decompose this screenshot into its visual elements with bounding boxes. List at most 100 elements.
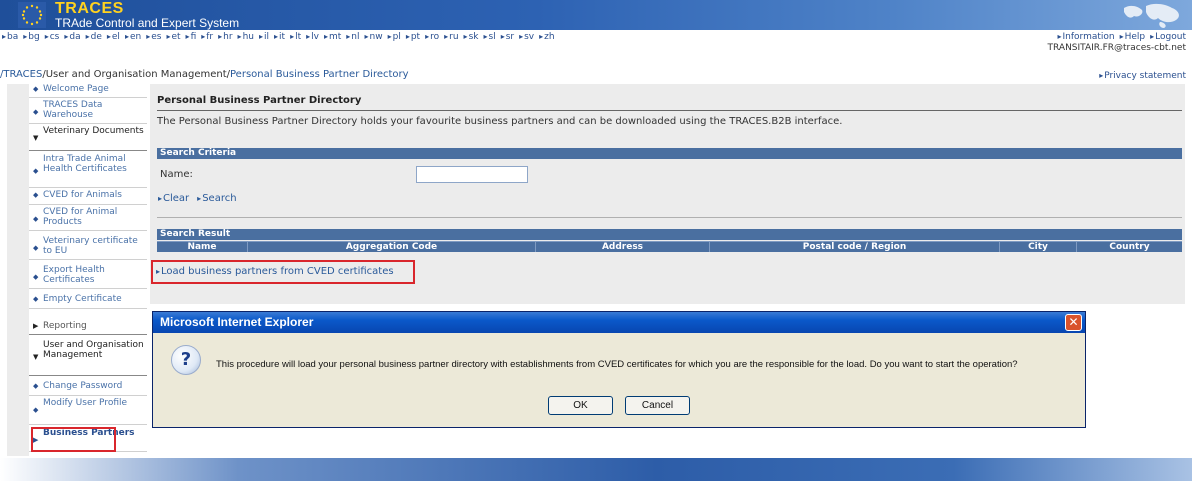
bullet-icon: ◆ [33, 273, 39, 281]
confirm-dialog: Microsoft Internet Explorer ✕ ? This pro… [152, 311, 1086, 428]
lang-link[interactable]: pl [388, 32, 401, 42]
bullet-icon: ◆ [33, 85, 39, 93]
sidebar-item-empty-cert[interactable]: ◆ Empty Certificate [29, 294, 147, 309]
lang-link[interactable]: lv [306, 32, 319, 42]
close-icon[interactable]: ✕ [1065, 314, 1082, 331]
lang-link[interactable]: sk [464, 32, 479, 42]
lang-link[interactable]: da [64, 32, 80, 42]
lang-link[interactable]: es [146, 32, 161, 42]
column-header-postal-code[interactable]: Postal code / Region [710, 242, 1000, 252]
lang-link[interactable]: cs [45, 32, 60, 42]
column-header-address[interactable]: Address [536, 242, 710, 252]
lang-link[interactable]: sl [483, 32, 495, 42]
sidebar-item-cved-animals[interactable]: ◆ CVED for Animals [29, 190, 147, 205]
sidebar-item-label: Veterinary certificate to EU [43, 236, 138, 256]
breadcrumb-current[interactable]: Personal Business Partner Directory [230, 69, 409, 80]
lang-link[interactable]: lt [290, 32, 301, 42]
lang-link[interactable]: fi [186, 32, 197, 42]
chevron-down-icon: ▼ [33, 353, 39, 361]
breadcrumb-section: /User and Organisation Management/ [42, 69, 230, 80]
sidebar-section-reporting[interactable]: ▶ Reporting [29, 321, 147, 335]
lang-link[interactable]: fr [201, 32, 213, 42]
lang-link[interactable]: it [274, 32, 285, 42]
lang-link[interactable]: nl [346, 32, 359, 42]
sidebar-item-label: Reporting [43, 321, 87, 331]
lang-link[interactable]: zh [539, 32, 554, 42]
sidebar-item-label: User and Organisation Management [43, 340, 144, 360]
breadcrumb-root[interactable]: /TRACES [0, 69, 42, 80]
lang-link[interactable]: et [166, 32, 180, 42]
sidebar-item-label: Empty Certificate [43, 294, 122, 304]
lang-link[interactable]: hu [238, 32, 254, 42]
sidebar-item-label: TRACES Data Warehouse [43, 100, 103, 120]
lang-link[interactable]: ro [425, 32, 439, 42]
language-links: babgcsdadeelenesetfifrhrhuilitltlvmtnlnw… [2, 32, 560, 42]
lang-link[interactable]: bg [23, 32, 39, 42]
dialog-message: This procedure will load your personal b… [216, 359, 1018, 370]
bullet-icon: ◆ [33, 406, 39, 414]
top-links: Information Help Logout [1052, 32, 1186, 42]
lang-link[interactable]: sr [501, 32, 514, 42]
column-header-name[interactable]: Name [157, 242, 248, 252]
footer-band [0, 458, 1192, 481]
lang-link[interactable]: hr [218, 32, 232, 42]
sidebar-item-data-warehouse[interactable]: ◆ TRACES Data Warehouse [29, 100, 147, 124]
sidebar-item-label: Export Health Certificates [43, 265, 105, 285]
column-header-country[interactable]: Country [1077, 242, 1182, 252]
bullet-icon: ◆ [33, 295, 39, 303]
bullet-icon: ◆ [33, 191, 39, 199]
search-link[interactable]: Search [197, 193, 236, 204]
divider [157, 217, 1182, 218]
help-link[interactable]: Help [1120, 32, 1146, 42]
clear-link[interactable]: Clear [158, 193, 189, 204]
privacy-statement-link[interactable]: Privacy statement [1099, 71, 1186, 81]
lang-link[interactable]: el [107, 32, 120, 42]
chevron-down-icon: ▼ [33, 134, 39, 142]
sidebar-item-cved-products[interactable]: ◆ CVED for Animal Products [29, 207, 147, 231]
world-map-icon [1124, 3, 1179, 28]
cancel-button[interactable]: Cancel [625, 396, 690, 415]
lang-link[interactable]: mt [324, 32, 341, 42]
result-table-header: Name Aggregation Code Address Postal cod… [157, 241, 1182, 252]
bullet-icon: ◆ [33, 215, 39, 223]
sidebar-item-label: Intra Trade Animal Health Certificates [43, 154, 127, 174]
lang-link[interactable]: ru [444, 32, 458, 42]
sidebar-item-export-health[interactable]: ◆ Export Health Certificates [29, 265, 147, 289]
load-partners-link[interactable]: Load business partners from CVED certifi… [151, 260, 415, 284]
eu-flag-icon [18, 2, 46, 28]
sidebar-item-label: Modify User Profile [43, 398, 128, 408]
bullet-icon: ◆ [33, 108, 39, 116]
dialog-title: Microsoft Internet Explorer [160, 315, 314, 329]
main-content: Personal Business Partner Directory The … [150, 84, 1185, 304]
search-result-header: Search Result [157, 229, 1182, 240]
sidebar-item-change-password[interactable]: ◆ Change Password [29, 381, 147, 396]
page-title: Personal Business Partner Directory [157, 95, 362, 106]
app-full-name: TRAde Control and Expert System [55, 16, 240, 30]
sidebar-item-label: Veterinary Documents [43, 126, 144, 136]
sidebar-item-modify-profile[interactable]: ◆ Modify User Profile [29, 398, 147, 425]
language-bar: babgcsdadeelenesetfifrhrhuilitltlvmtnlnw… [0, 30, 1192, 56]
search-criteria-header: Search Criteria [157, 148, 1182, 159]
lang-link[interactable]: ba [2, 32, 18, 42]
lang-link[interactable]: nw [365, 32, 383, 42]
sidebar-item-label: CVED for Animal Products [43, 207, 118, 227]
logout-link[interactable]: Logout [1150, 32, 1186, 42]
column-header-aggregation-code[interactable]: Aggregation Code [248, 242, 536, 252]
lang-link[interactable]: de [86, 32, 102, 42]
column-header-city[interactable]: City [1000, 242, 1077, 252]
sidebar-section-user-org[interactable]: ▼ User and Organisation Management [29, 340, 147, 376]
lang-link[interactable]: il [259, 32, 269, 42]
ok-button[interactable]: OK [548, 396, 613, 415]
sidebar-rail [7, 84, 29, 456]
lang-link[interactable]: en [125, 32, 141, 42]
sidebar-section-vet-docs[interactable]: ▼ Veterinary Documents [29, 126, 147, 151]
lang-link[interactable]: sv [519, 32, 534, 42]
sidebar-item-vet-cert-eu[interactable]: ◆ Veterinary certificate to EU [29, 236, 147, 260]
dialog-title-bar[interactable]: Microsoft Internet Explorer ✕ [153, 312, 1085, 333]
bullet-icon: ◆ [33, 167, 39, 175]
information-link[interactable]: Information [1057, 32, 1114, 42]
lang-link[interactable]: pt [406, 32, 420, 42]
name-input[interactable] [416, 166, 528, 183]
sidebar-item-intra-trade[interactable]: ◆ Intra Trade Animal Health Certificates [29, 154, 147, 188]
sidebar-item-welcome[interactable]: ◆ Welcome Page [29, 84, 147, 98]
